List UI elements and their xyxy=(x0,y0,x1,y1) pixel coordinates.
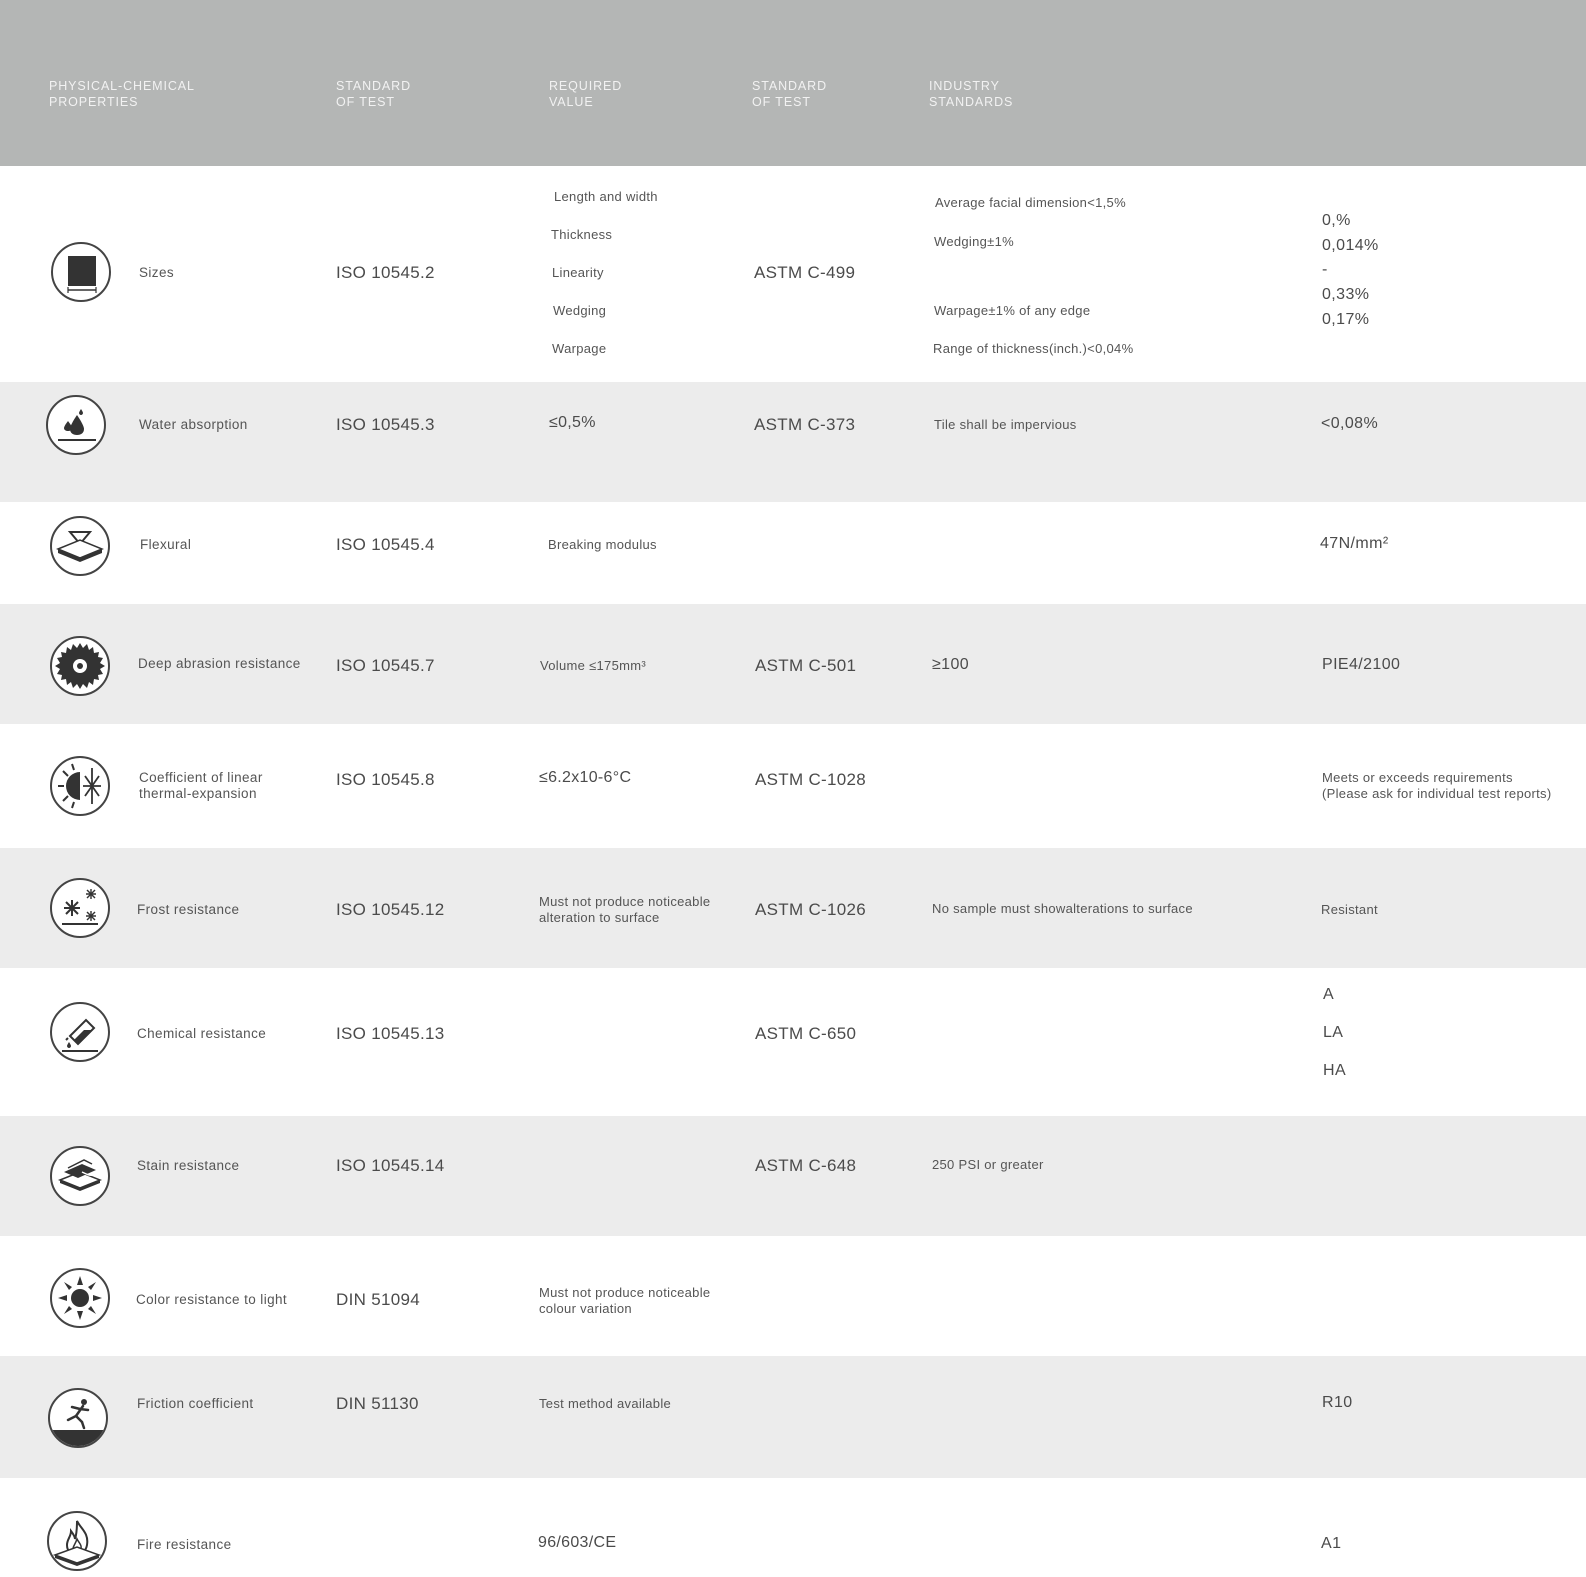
table-row-frost-resistance: Frost resistance ISO 10545.12 Must not p… xyxy=(0,848,1586,968)
header-required-value: REQUIRED VALUE xyxy=(549,79,623,109)
frost-icon xyxy=(50,878,110,938)
astm-standard: ASTM C-501 xyxy=(755,656,857,675)
industry-standard: 250 PSI or greater xyxy=(932,1157,1044,1172)
header-standard-of-test-astm: STANDARD OF TEST xyxy=(752,79,828,109)
iso-standard: DIN 51094 xyxy=(336,1290,420,1309)
result-value: 0,17% xyxy=(1322,311,1370,328)
industry-standard: No sample must showalterations to surfac… xyxy=(932,901,1193,916)
required-value: ≤6.2x10-6°C xyxy=(539,769,632,786)
industry-wedging: Wedging±1% xyxy=(934,234,1014,249)
fire-icon xyxy=(47,1511,107,1571)
iso-standard: ISO 10545.2 xyxy=(336,263,435,282)
flexural-tile-icon xyxy=(50,516,110,576)
water-drops-icon xyxy=(46,395,106,455)
result-value: A xyxy=(1323,986,1335,1003)
result-value: 47N/mm² xyxy=(1320,535,1389,552)
required-value: Must not produce noticeable alteration t… xyxy=(539,894,711,925)
iso-standard: ISO 10545.13 xyxy=(336,1024,445,1043)
saw-blade-icon xyxy=(50,636,110,696)
iso-standard: ISO 10545.3 xyxy=(336,415,435,434)
required-value: Test method available xyxy=(539,1396,672,1411)
industry-thickness-range: Range of thickness(inch.)<0,04% xyxy=(933,341,1134,356)
table-header: PHYSICAL-CHEMICAL PROPERTIES STANDARD OF… xyxy=(0,0,1586,166)
properties-table: PHYSICAL-CHEMICAL PROPERTIES STANDARD OF… xyxy=(0,0,1586,1577)
result-value: 0,014% xyxy=(1322,237,1379,254)
industry-facial-dimension: Average facial dimension<1,5% xyxy=(935,195,1126,210)
result-value: <0,08% xyxy=(1321,415,1379,432)
astm-standard: ASTM C-650 xyxy=(755,1024,857,1043)
industry-standard: ≥100 xyxy=(932,656,970,673)
result-value: LA xyxy=(1323,1024,1344,1041)
result-value: - xyxy=(1322,261,1328,278)
result-value: 0,% xyxy=(1322,212,1351,229)
astm-standard: ASTM C-1026 xyxy=(755,900,867,919)
result-value: R10 xyxy=(1322,1394,1353,1411)
table-row-stain-resistance: Stain resistance ISO 10545.14 ASTM C-648… xyxy=(0,1116,1586,1236)
table-row-friction-coefficient: Friction coefficient DIN 51130 Test meth… xyxy=(0,1356,1586,1478)
table-row-deep-abrasion: Deep abrasion resistance ISO 10545.7 Vol… xyxy=(0,604,1586,724)
result-value: A1 xyxy=(1321,1535,1342,1552)
stain-tiles-icon xyxy=(50,1146,110,1206)
industry-warpage: Warpage±1% of any edge xyxy=(934,303,1091,318)
property-label: Friction coefficient xyxy=(137,1396,254,1411)
property-label: Chemical resistance xyxy=(137,1026,267,1041)
property-label: Frost resistance xyxy=(137,902,240,917)
iso-standard: ISO 10545.12 xyxy=(336,900,445,919)
result-value: PIE4/2100 xyxy=(1322,656,1401,673)
slipping-person-icon xyxy=(48,1388,108,1448)
iso-standard: DIN 51130 xyxy=(336,1394,419,1413)
property-label: Water absorption xyxy=(139,417,248,432)
property-label: Coefficient of linear thermal-expansion xyxy=(139,770,263,801)
required-warpage: Warpage xyxy=(552,341,607,356)
table-row-fire-resistance: Fire resistance 96/603/CE A1 xyxy=(0,1478,1586,1577)
required-value: Breaking modulus xyxy=(548,537,657,552)
property-label: Stain resistance xyxy=(137,1158,240,1173)
table-row-color-resistance: Color resistance to light DIN 51094 Must… xyxy=(0,1236,1586,1356)
table-row-chemical-resistance: Chemical resistance ISO 10545.13 ASTM C-… xyxy=(0,968,1586,1116)
header-standard-of-test: STANDARD OF TEST xyxy=(336,79,412,109)
required-value: ≤0,5% xyxy=(549,414,596,431)
required-value: Volume ≤175mm³ xyxy=(540,658,646,673)
astm-standard: ASTM C-1028 xyxy=(755,770,867,789)
iso-standard: ISO 10545.8 xyxy=(336,770,435,789)
property-label: Color resistance to light xyxy=(136,1292,288,1307)
iso-standard: ISO 10545.4 xyxy=(336,535,435,554)
astm-standard: ASTM C-648 xyxy=(755,1156,857,1175)
required-value: Must not produce noticeable colour varia… xyxy=(539,1285,711,1316)
result-value: Meets or exceeds requirements (Please as… xyxy=(1322,770,1552,801)
table-row-thermal-expansion: Coefficient of linear thermal-expansion … xyxy=(0,724,1586,848)
required-wedging: Wedging xyxy=(553,303,607,318)
table-row-water-absorption: Water absorption ISO 10545.3 ≤0,5% ASTM … xyxy=(0,382,1586,502)
property-label: Flexural xyxy=(140,537,192,552)
header-properties: PHYSICAL-CHEMICAL PROPERTIES xyxy=(49,79,195,109)
table-row-sizes: Sizes ISO 10545.2 Length and width Thick… xyxy=(0,166,1586,382)
table-row-flexural: Flexural ISO 10545.4 Breaking modulus 47… xyxy=(0,502,1586,604)
chemical-flask-icon xyxy=(50,1002,110,1062)
sun-snowflake-icon xyxy=(50,756,110,816)
property-label: Sizes xyxy=(139,265,175,280)
square-tile-icon xyxy=(51,242,111,302)
required-thickness: Thickness xyxy=(551,227,613,242)
astm-standard: ASTM C-373 xyxy=(754,415,856,434)
required-value: 96/603/CE xyxy=(538,1534,617,1551)
iso-standard: ISO 10545.14 xyxy=(336,1156,445,1175)
sun-icon xyxy=(50,1268,110,1328)
result-value: HA xyxy=(1323,1062,1347,1079)
property-label: Fire resistance xyxy=(137,1537,232,1552)
iso-standard: ISO 10545.7 xyxy=(336,656,435,675)
astm-standard: ASTM C-499 xyxy=(754,263,856,282)
result-value: 0,33% xyxy=(1322,286,1370,303)
industry-standard: Tile shall be impervious xyxy=(934,417,1077,432)
required-length-width: Length and width xyxy=(554,189,658,204)
header-industry-standards: INDUSTRY STANDARDS xyxy=(929,79,1014,109)
result-value: Resistant xyxy=(1321,902,1378,917)
property-label: Deep abrasion resistance xyxy=(138,656,301,671)
required-linearity: Linearity xyxy=(552,265,604,280)
